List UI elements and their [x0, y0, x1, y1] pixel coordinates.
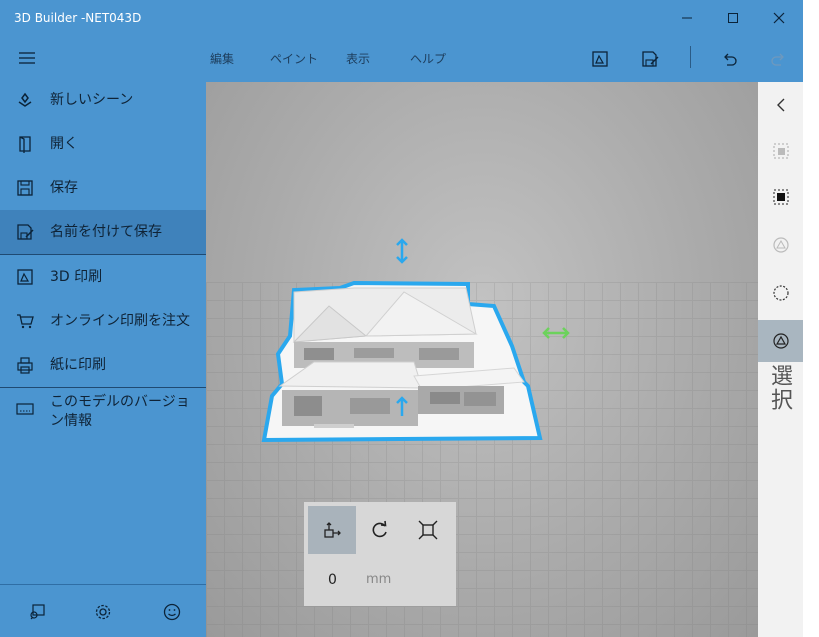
- close-icon: [773, 12, 785, 24]
- select-mode-button[interactable]: [758, 320, 803, 362]
- collapse-rail-button[interactable]: [758, 84, 803, 126]
- scale-tool-button[interactable]: [404, 506, 452, 554]
- rotate-tool-button[interactable]: [356, 506, 404, 554]
- lasso-icon: [772, 285, 789, 301]
- nav-item-label: 新しいシーン: [50, 91, 134, 108]
- settings-button[interactable]: [88, 599, 118, 625]
- nav-item-3d-print[interactable]: 3D 印刷: [0, 255, 206, 299]
- feedback-button[interactable]: [22, 599, 52, 625]
- 3d-print-icon: [0, 255, 50, 299]
- nav-item-label: 保存: [50, 179, 78, 196]
- save-as-icon: [642, 51, 659, 67]
- 3d-print-button[interactable]: [586, 46, 614, 72]
- move-icon: [324, 522, 341, 538]
- nav-pane: 新しいシーン 開く 保存 名前を付けて保存 3D 印刷 オンライン印刷を注文 紙…: [0, 36, 206, 637]
- rotate-icon: [372, 520, 387, 538]
- move-down-arrow[interactable]: [394, 396, 410, 418]
- cart-icon: [0, 299, 50, 343]
- select-object-button[interactable]: [758, 130, 803, 172]
- maximize-icon: [728, 13, 738, 23]
- select-vertex-button[interactable]: [758, 224, 803, 266]
- top-toolbar: 編集 ペイント 表示 ヘルプ: [206, 36, 803, 82]
- window-title: 3D Builder -NET043D: [14, 11, 142, 25]
- nav-item-label: 名前を付けて保存: [50, 223, 162, 240]
- 3d-print-icon: [592, 51, 608, 67]
- nav-item-label: このモデルのバージョン情報: [50, 394, 190, 429]
- nav-item-label: オンライン印刷を注文: [50, 312, 190, 329]
- rail-mode-label: 選択: [767, 364, 792, 412]
- hamburger-button[interactable]: [10, 44, 44, 72]
- hamburger-icon: [19, 52, 35, 64]
- select-face-button[interactable]: [758, 176, 803, 218]
- nav-item-label: 開く: [50, 135, 78, 152]
- save-icon: [0, 166, 50, 210]
- maximize-button[interactable]: [710, 4, 756, 32]
- close-button[interactable]: [756, 4, 802, 32]
- toolbar-divider: [690, 46, 691, 68]
- collapse-icon: [776, 98, 784, 112]
- move-x-arrow[interactable]: [541, 326, 571, 340]
- tab-help[interactable]: ヘルプ: [410, 50, 446, 67]
- printer-icon: [0, 343, 50, 387]
- nav-item-paper-print[interactable]: 紙に印刷: [0, 343, 206, 387]
- move-tool-button[interactable]: [308, 506, 356, 554]
- minimize-icon: [682, 17, 692, 19]
- redo-button[interactable]: [764, 46, 792, 72]
- redo-icon: [771, 53, 784, 66]
- nav-divider: [0, 387, 206, 388]
- smiley-icon: [163, 603, 181, 621]
- nav-item-save[interactable]: 保存: [0, 166, 206, 210]
- undo-icon: [724, 53, 737, 66]
- house-model-drawing: [261, 280, 543, 443]
- save-as-toolbar-button[interactable]: [636, 46, 664, 72]
- feedback-icon: [30, 604, 45, 620]
- tab-edit[interactable]: 編集: [210, 50, 234, 67]
- nav-bottom-bar: [0, 584, 206, 637]
- house-model[interactable]: [254, 236, 574, 452]
- select-vertex-icon: [772, 237, 789, 253]
- nav-item-open[interactable]: 開く: [0, 122, 206, 166]
- transform-unit: mm: [366, 572, 392, 587]
- nav-item-new-scene[interactable]: 新しいシーン: [0, 78, 206, 122]
- lasso-select-button[interactable]: [758, 272, 803, 314]
- save-as-icon: [0, 210, 50, 254]
- move-up-arrow[interactable]: [394, 238, 410, 264]
- transform-panel: 0 mm: [304, 502, 456, 606]
- minimize-button[interactable]: [664, 4, 710, 32]
- title-bar: 3D Builder -NET043D: [0, 0, 803, 36]
- settings-icon: [95, 604, 111, 620]
- nav-item-label: 紙に印刷: [50, 356, 106, 373]
- select-mode-icon: [772, 333, 789, 349]
- app-window: 3D Builder -NET043D 編集 ペイント 表示 ヘルプ 選択 0 …: [0, 0, 803, 637]
- tab-view[interactable]: 表示: [346, 50, 370, 67]
- scale-icon: [418, 520, 438, 540]
- transform-value[interactable]: 0: [328, 572, 337, 588]
- select-face-icon: [773, 189, 788, 205]
- nav-item-label: 3D 印刷: [50, 268, 103, 285]
- smiley-button[interactable]: [157, 599, 187, 625]
- new-scene-icon: [0, 78, 50, 122]
- tab-paint[interactable]: ペイント: [270, 50, 318, 67]
- undo-button[interactable]: [716, 46, 744, 72]
- model-info-icon: [0, 393, 50, 425]
- right-rail: 選択: [758, 82, 803, 637]
- open-icon: [0, 122, 50, 166]
- nav-item-model-info[interactable]: このモデルのバージョン情報: [0, 389, 206, 443]
- nav-item-save-as[interactable]: 名前を付けて保存: [0, 210, 206, 254]
- select-object-icon: [773, 143, 788, 159]
- nav-item-online-print[interactable]: オンライン印刷を注文: [0, 299, 206, 343]
